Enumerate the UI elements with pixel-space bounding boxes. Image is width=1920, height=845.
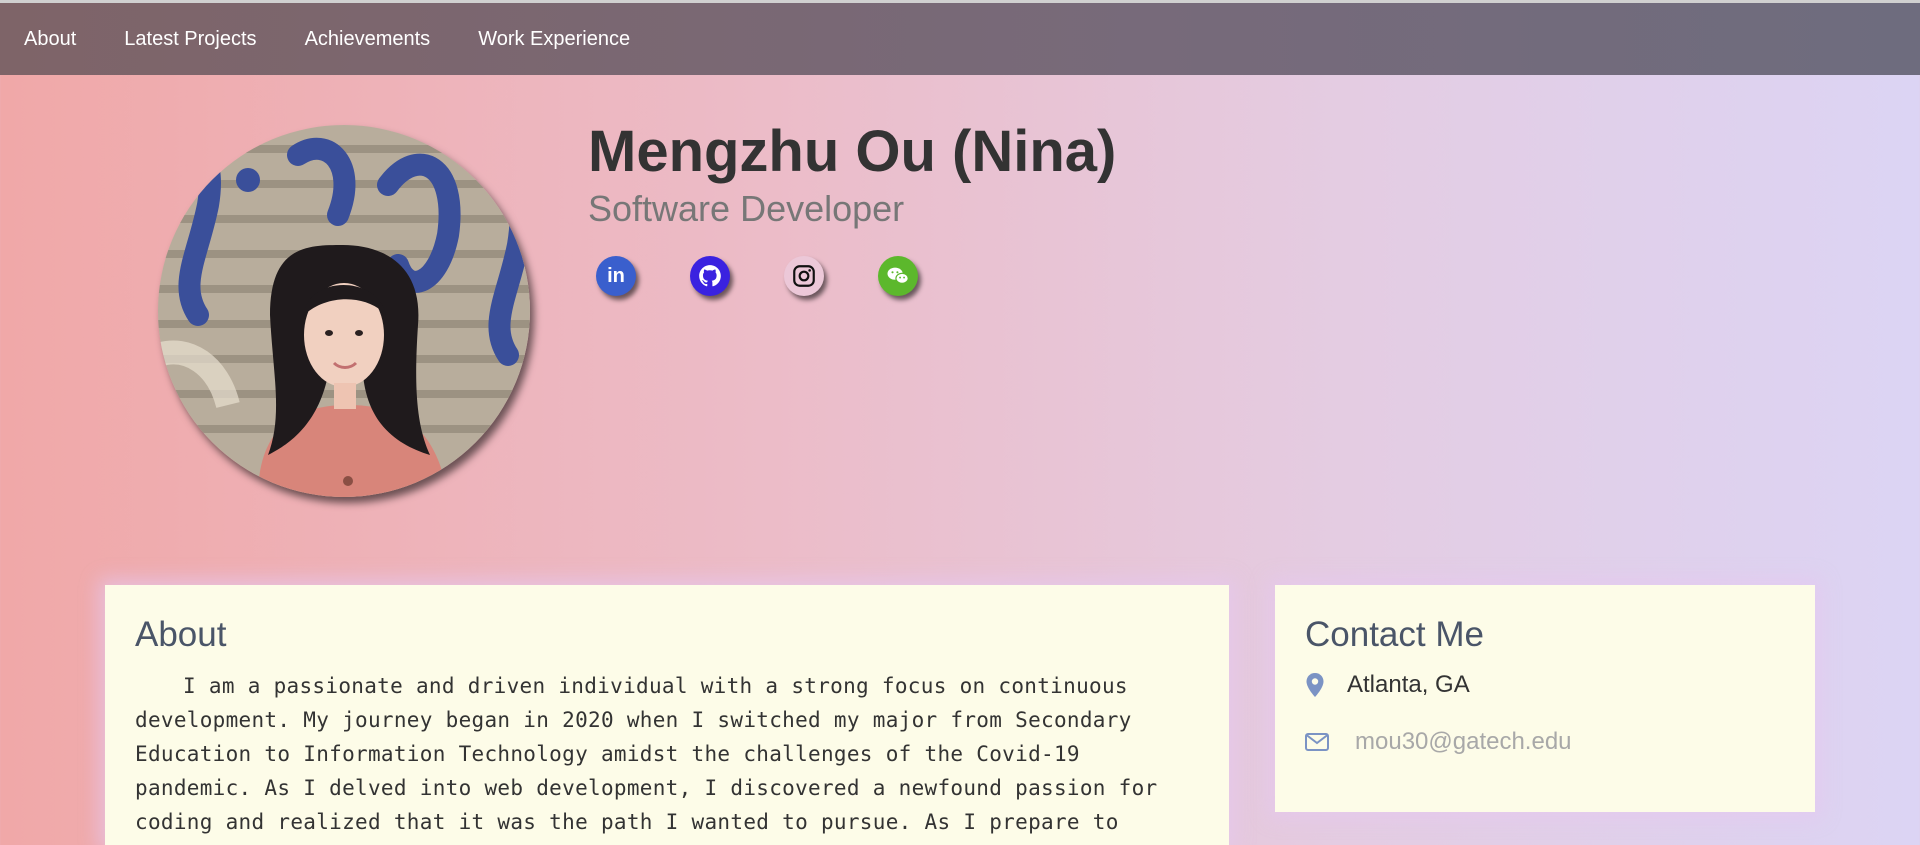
about-card: About I am a passionate and driven indiv… [105, 585, 1229, 845]
about-title: About [135, 615, 227, 654]
about-text: I am a passionate and driven individual … [135, 674, 1158, 834]
nav-link-latest-projects[interactable]: Latest Projects [100, 3, 280, 75]
profile-name: Mengzhu Ou (Nina) [588, 119, 1117, 184]
location-pin-icon [1306, 673, 1324, 697]
github-link[interactable] [690, 256, 730, 296]
linkedin-icon: in [607, 264, 625, 287]
nav-link-about[interactable]: About [0, 3, 100, 75]
wechat-icon [887, 267, 909, 284]
contact-email-row: mou30@gatech.edu [1305, 728, 1572, 756]
contact-title: Contact Me [1305, 615, 1484, 654]
profile-role: Software Developer [588, 188, 905, 229]
envelope-icon [1305, 733, 1329, 751]
contact-card: Contact Me Atlanta, GA mou30@gatech.edu [1275, 585, 1815, 812]
contact-location: Atlanta, GA [1347, 671, 1470, 698]
nav-link-achievements[interactable]: Achievements [281, 3, 455, 75]
instagram-link[interactable] [784, 256, 824, 296]
contact-email-link[interactable]: mou30@gatech.edu [1355, 728, 1572, 756]
wechat-link[interactable] [878, 256, 918, 296]
profile-photo [158, 125, 530, 497]
linkedin-link[interactable]: in [596, 256, 636, 296]
nav-link-work-experience[interactable]: Work Experience [454, 3, 654, 75]
top-navbar: About Latest Projects Achievements Work … [0, 3, 1920, 75]
github-icon [699, 265, 721, 287]
profile-photo-illustration [158, 125, 530, 497]
contact-location-row: Atlanta, GA [1305, 671, 1470, 699]
instagram-icon [793, 265, 815, 287]
